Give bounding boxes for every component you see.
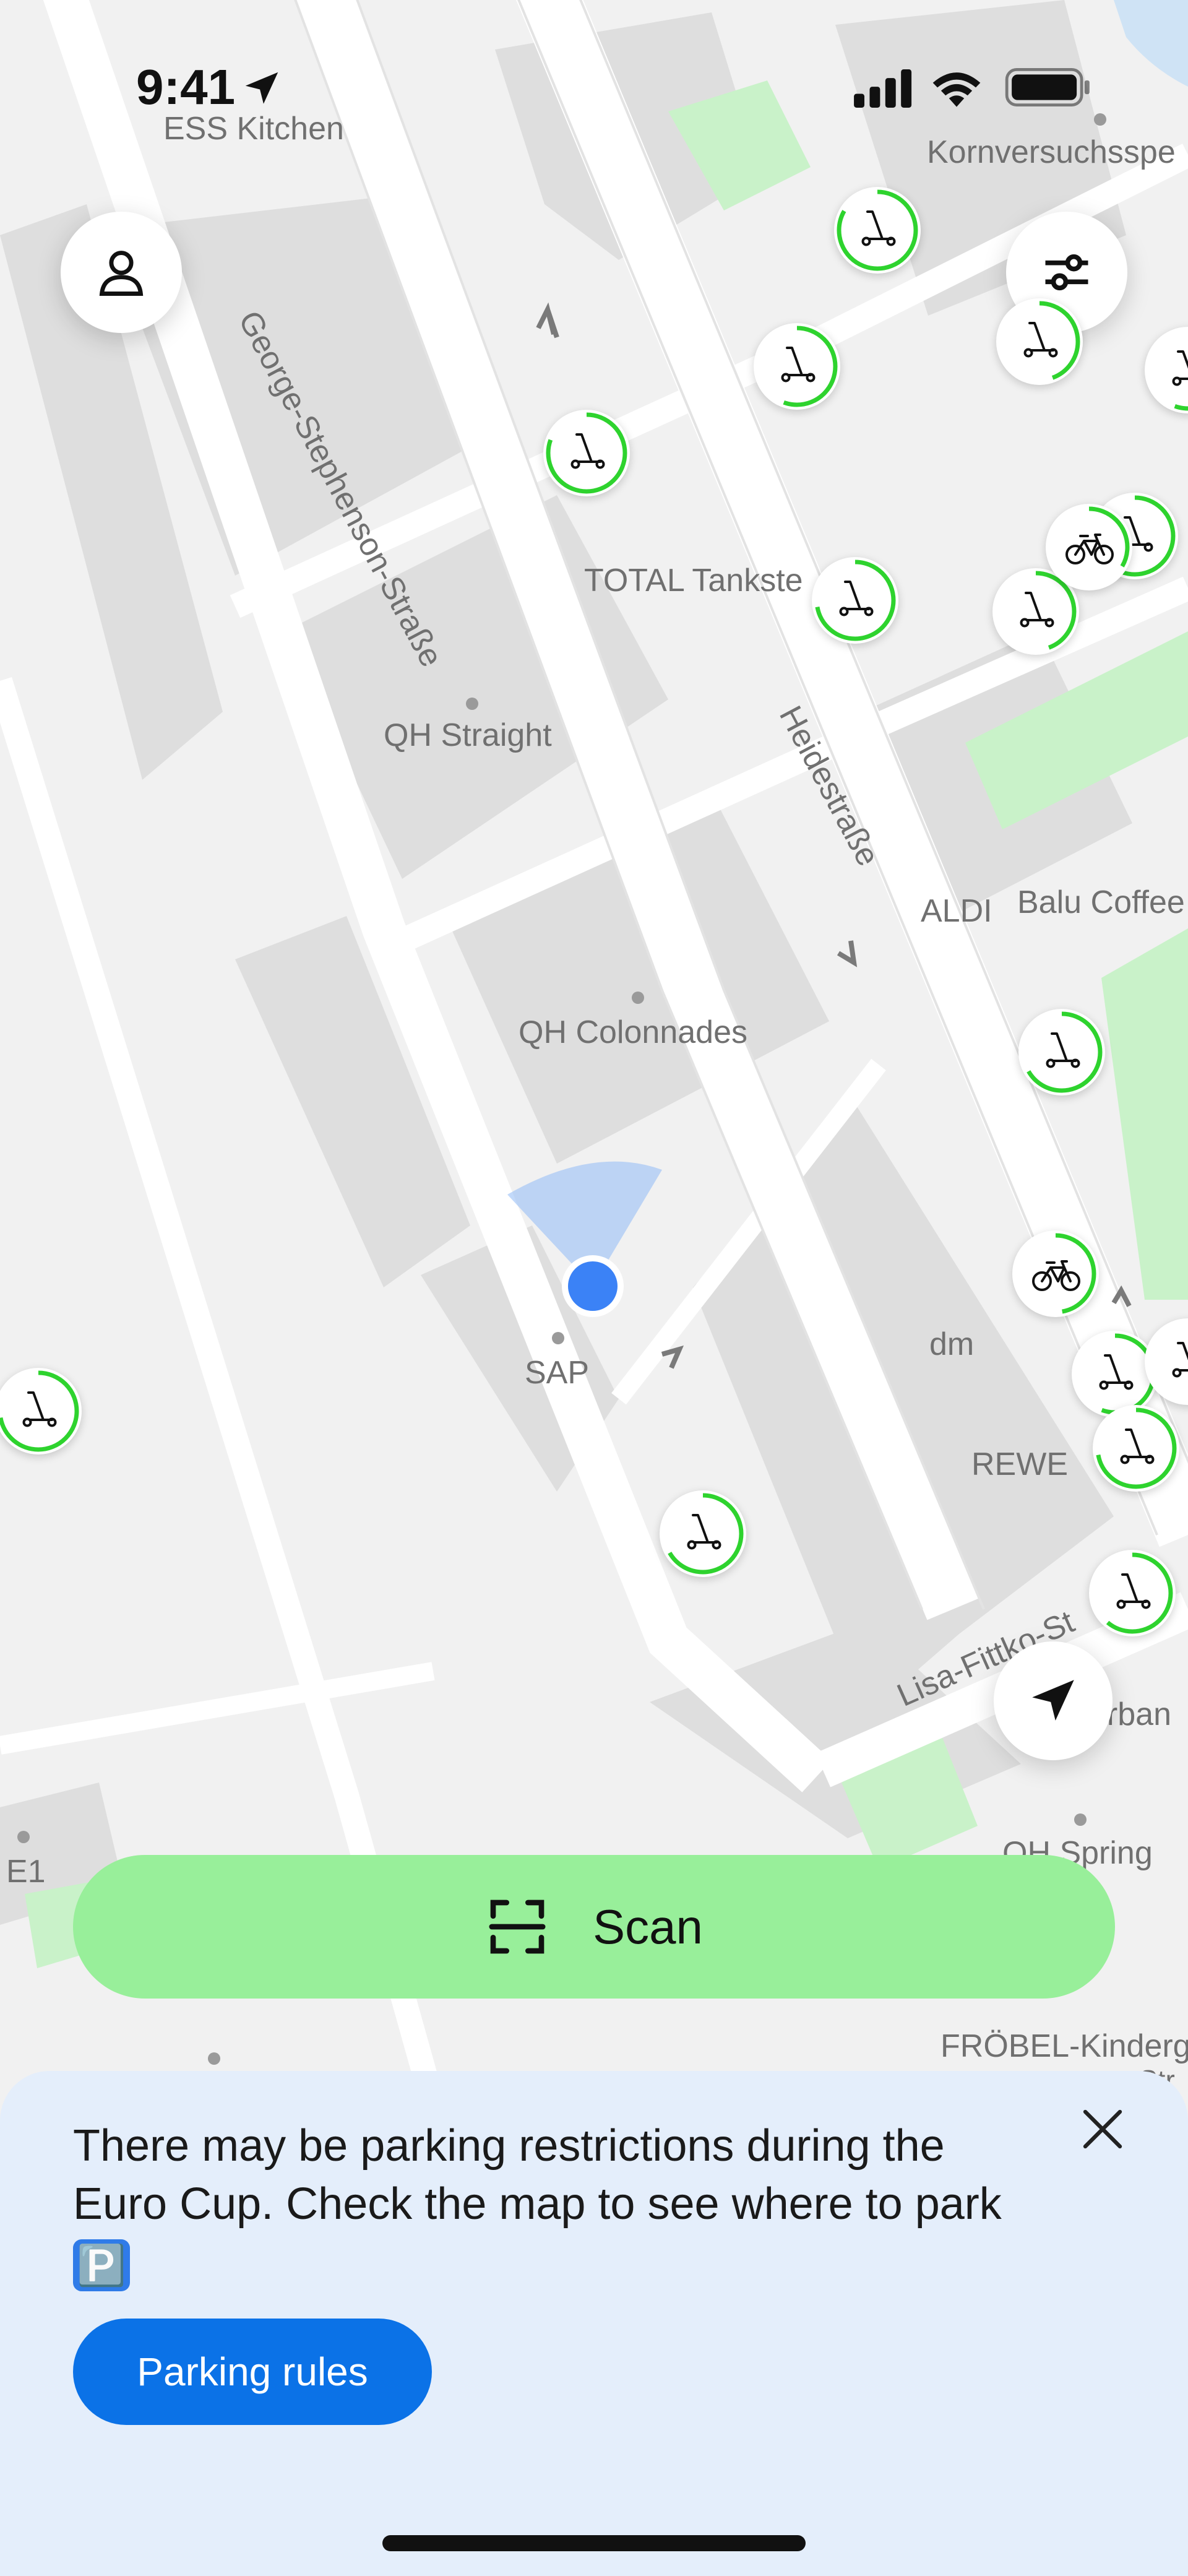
map-label-balu-coffee: Balu Coffee bbox=[1017, 884, 1185, 920]
scooter-icon bbox=[1147, 1321, 1188, 1403]
scooter-marker[interactable] bbox=[543, 410, 630, 496]
banner-message: There may be parking restrictions during… bbox=[73, 2117, 1032, 2291]
parking-emoji: 🅿️ bbox=[73, 2239, 130, 2291]
scooter-icon bbox=[1095, 1407, 1177, 1489]
cellular-signal-icon bbox=[854, 69, 912, 108]
bike-marker[interactable] bbox=[1012, 1230, 1099, 1317]
bike-marker[interactable] bbox=[1046, 504, 1132, 590]
close-icon[interactable] bbox=[1077, 2103, 1129, 2155]
scooter-icon bbox=[814, 560, 896, 641]
map-label-sap: SAP bbox=[525, 1355, 590, 1391]
map-label-ess-kitchen: ESS Kitchen bbox=[163, 111, 344, 147]
scooter-marker[interactable] bbox=[1145, 327, 1188, 413]
scan-label: Scan bbox=[593, 1899, 703, 1954]
scooter-marker[interactable] bbox=[996, 298, 1083, 385]
scooter-icon bbox=[1021, 1011, 1103, 1093]
scooter-marker[interactable] bbox=[1145, 1318, 1188, 1405]
scooter-marker[interactable] bbox=[1018, 1009, 1105, 1096]
scooter-icon bbox=[1147, 329, 1188, 411]
map-label-rewe: REWE bbox=[971, 1446, 1068, 1482]
scooter-marker[interactable] bbox=[1089, 1550, 1176, 1636]
map-label-total-tankstelle: TOTAL Tankste bbox=[584, 563, 803, 599]
scooter-icon bbox=[1091, 1552, 1173, 1634]
scooter-icon bbox=[662, 1493, 744, 1575]
profile-button[interactable] bbox=[61, 212, 182, 333]
parking-rules-button[interactable]: Parking rules bbox=[73, 2319, 432, 2425]
home-indicator bbox=[382, 2535, 806, 2551]
map-label-kornversuchsspe: Kornversuchsspe bbox=[927, 134, 1176, 170]
status-time: 9:41 bbox=[136, 59, 236, 115]
scooter-icon bbox=[999, 301, 1080, 383]
scooter-icon bbox=[546, 412, 627, 494]
map-label-aldi: ALDI bbox=[921, 893, 992, 929]
scooter-marker[interactable] bbox=[660, 1490, 746, 1577]
map-label-dm: dm bbox=[929, 1326, 975, 1362]
recenter-location-button[interactable] bbox=[994, 1641, 1113, 1760]
bike-icon bbox=[1048, 506, 1130, 588]
scooter-icon bbox=[837, 189, 918, 271]
map-label-e1: E1 bbox=[6, 1854, 46, 1890]
scooter-marker[interactable] bbox=[0, 1368, 82, 1454]
wifi-icon bbox=[932, 72, 981, 107]
scooter-marker[interactable] bbox=[812, 557, 898, 644]
scan-frame-icon bbox=[489, 1900, 546, 1954]
sliders-icon bbox=[1045, 254, 1088, 291]
map-label-froebel: FRÖBEL-Kinderg bbox=[940, 2028, 1188, 2064]
navigation-arrow-icon bbox=[1032, 1680, 1074, 1721]
scooter-marker[interactable] bbox=[1093, 1405, 1179, 1492]
bike-icon bbox=[1015, 1233, 1096, 1315]
map-label-qh-straight: QH Straight bbox=[384, 717, 552, 753]
person-icon bbox=[99, 251, 144, 296]
map-label-qh-colonnades: QH Colonnades bbox=[519, 1014, 747, 1050]
scooter-icon bbox=[756, 326, 838, 407]
user-location-dot bbox=[568, 1261, 618, 1311]
scooter-marker[interactable] bbox=[834, 187, 921, 274]
battery-icon bbox=[1005, 67, 1090, 107]
location-services-icon bbox=[245, 72, 278, 104]
scooter-icon bbox=[0, 1370, 79, 1452]
scooter-marker[interactable] bbox=[754, 323, 840, 410]
banner-text: There may be parking restrictions during… bbox=[73, 2121, 1002, 2229]
scan-button[interactable]: Scan bbox=[73, 1855, 1115, 1999]
